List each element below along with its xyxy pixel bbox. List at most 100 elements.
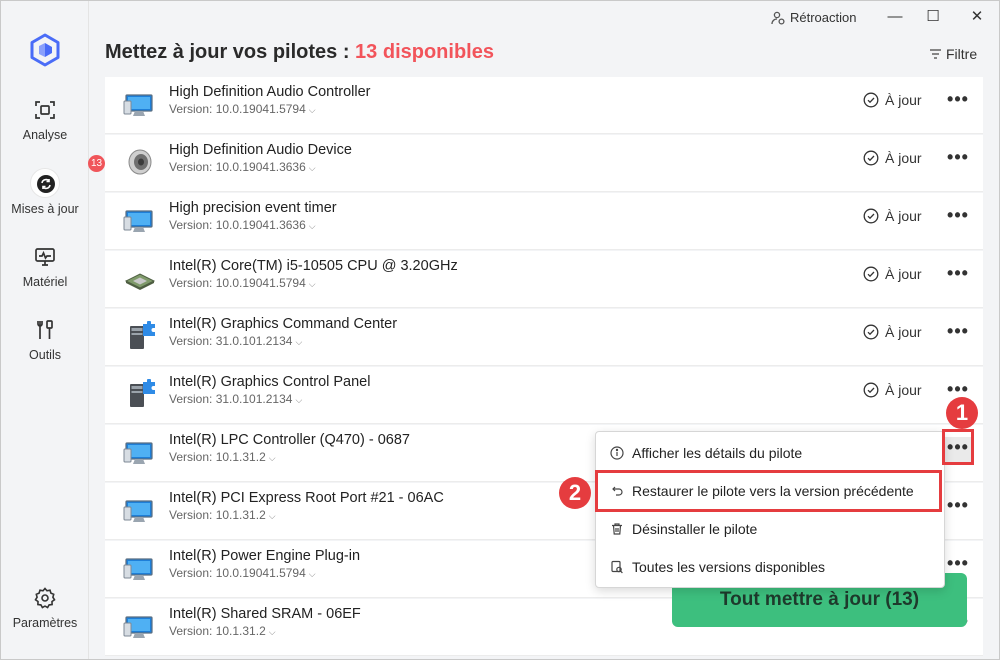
monitor-icon (123, 495, 157, 525)
page-title: Mettez à jour vos pilotes : 13 disponibl… (105, 41, 494, 63)
chevron-down-icon: ⌵ (295, 395, 303, 405)
driver-version: Version: 10.0.19041.3636 (169, 160, 306, 174)
sidebar-item-label: Analyse (22, 128, 68, 142)
sidebar-item-updates[interactable]: 13 Mises à jour (1, 155, 105, 216)
driver-version: Version: 10.1.31.2 (169, 508, 266, 522)
driver-row[interactable]: Intel(R) Graphics Control Panel Version: … (105, 367, 983, 424)
driver-row[interactable]: Intel(R) Core(TM) i5-10505 CPU @ 3.20GHz… (105, 251, 983, 308)
more-options-button[interactable]: ••• (943, 89, 973, 115)
driver-name: High precision event timer (169, 200, 337, 216)
check-circle-icon (863, 150, 879, 166)
driver-row[interactable]: High precision event timer Version: 10.0.… (105, 193, 983, 250)
menu-item-uninstall[interactable]: Désinstaller le pilote (596, 511, 944, 547)
feedback-button[interactable]: Rétroaction (771, 10, 856, 25)
status-badge: À jour (863, 92, 922, 108)
status-text: À jour (885, 208, 922, 224)
driver-row[interactable]: High Definition Audio Controller Version:… (105, 77, 983, 134)
driver-name: Intel(R) Graphics Control Panel (169, 374, 371, 390)
more-options-button[interactable]: ••• (943, 263, 973, 289)
driver-name: Intel(R) Graphics Command Center (169, 316, 398, 332)
speaker-icon (123, 147, 157, 177)
minimize-button[interactable]: — (885, 7, 905, 27)
sidebar-item-label: Matériel (22, 275, 68, 289)
chevron-down-icon: ⌵ (295, 337, 303, 347)
driver-version-dropdown[interactable]: Version: 10.0.19041.3636 ⌵ (169, 218, 316, 232)
menu-item-all-versions[interactable]: Toutes les versions disponibles (596, 549, 944, 585)
driver-row[interactable]: High Definition Audio Device Version: 10.… (105, 135, 983, 192)
chevron-down-icon: ⌵ (308, 221, 316, 231)
menu-item-details[interactable]: Afficher les détails du pilote (596, 435, 944, 471)
user-feedback-icon (771, 11, 785, 25)
sidebar-item-label: Paramètres (12, 616, 78, 630)
driver-name: Intel(R) LPC Controller (Q470) - 0687 (169, 432, 410, 448)
driver-row[interactable]: Intel(R) Graphics Command Center Version:… (105, 309, 983, 366)
monitor-icon (35, 248, 55, 266)
server-puzzle-icon (123, 378, 157, 409)
chevron-down-icon: ⌵ (308, 569, 316, 579)
chevron-down-icon: ⌵ (268, 453, 276, 463)
driver-version-dropdown[interactable]: Version: 10.0.19041.5794 ⌵ (169, 102, 316, 116)
driver-version: Version: 10.0.19041.5794 (169, 276, 306, 290)
trash-icon (612, 523, 622, 535)
check-circle-icon (863, 208, 879, 224)
filter-button[interactable]: Filtre (929, 46, 977, 62)
driver-version-dropdown[interactable]: Version: 10.0.19041.5794 ⌵ (169, 566, 316, 580)
maximize-button[interactable]: ☐ (923, 7, 943, 27)
status-text: À jour (885, 382, 922, 398)
highlight-more-button (942, 429, 974, 465)
filter-icon (930, 49, 941, 59)
sidebar-item-label: Outils (29, 348, 61, 362)
driver-version-dropdown[interactable]: Version: 31.0.101.2134 ⌵ (169, 392, 302, 406)
more-options-button[interactable]: ••• (943, 495, 973, 521)
monitor-icon (123, 205, 157, 235)
gear-icon (34, 587, 56, 609)
monitor-icon (123, 553, 157, 583)
sidebar-item-analyse[interactable]: Analyse (1, 98, 89, 142)
app-logo-icon (30, 33, 60, 67)
info-icon (610, 446, 624, 460)
driver-version-dropdown[interactable]: Version: 10.0.19041.3636 ⌵ (169, 160, 316, 174)
updates-button[interactable]: 13 (30, 155, 105, 198)
monitor-icon (123, 437, 157, 467)
driver-version: Version: 31.0.101.2134 (169, 334, 293, 348)
highlight-rollback-item (595, 470, 942, 512)
driver-version-dropdown[interactable]: Version: 10.0.19041.5794 ⌵ (169, 276, 316, 290)
more-options-button[interactable]: ••• (943, 147, 973, 173)
sidebar: Analyse 13 Mises à jour Matériel Outils … (1, 1, 105, 659)
chevron-down-icon: ⌵ (268, 511, 276, 521)
driver-version-dropdown[interactable]: Version: 10.1.31.2 ⌵ (169, 508, 276, 522)
driver-version: Version: 10.0.19041.5794 (169, 566, 306, 580)
driver-name: High Definition Audio Device (169, 142, 352, 158)
close-button[interactable]: ✕ (967, 7, 987, 27)
driver-name: Intel(R) Core(TM) i5-10505 CPU @ 3.20GHz (169, 258, 458, 274)
status-text: À jour (885, 150, 922, 166)
sidebar-item-settings[interactable]: Paramètres (1, 586, 89, 630)
more-options-button[interactable]: ••• (943, 205, 973, 231)
status-text: À jour (885, 324, 922, 340)
chevron-down-icon: ⌵ (308, 105, 316, 115)
status-text: À jour (885, 92, 922, 108)
status-text: À jour (885, 266, 922, 282)
sidebar-item-materiel[interactable]: Matériel (1, 245, 89, 289)
annotation-marker-1: 1 (946, 397, 978, 429)
check-circle-icon (863, 324, 879, 340)
available-count: 13 disponibles (355, 41, 494, 63)
refresh-icon (37, 175, 55, 193)
more-options-button[interactable]: ••• (943, 321, 973, 347)
driver-name: High Definition Audio Controller (169, 84, 371, 100)
driver-version: Version: 10.0.19041.3636 (169, 218, 306, 232)
check-circle-icon (863, 266, 879, 282)
driver-version: Version: 10.1.31.2 (169, 450, 266, 464)
driver-version-dropdown[interactable]: Version: 10.1.31.2 ⌵ (169, 624, 276, 638)
driver-version-dropdown[interactable]: Version: 10.1.31.2 ⌵ (169, 450, 276, 464)
monitor-icon (123, 89, 157, 119)
driver-version: Version: 10.1.31.2 (169, 624, 266, 638)
chevron-down-icon: ⌵ (308, 163, 316, 173)
driver-name: Intel(R) Power Engine Plug-in (169, 548, 361, 564)
status-badge: À jour (863, 324, 922, 340)
driver-version-dropdown[interactable]: Version: 31.0.101.2134 ⌵ (169, 334, 302, 348)
monitor-icon (123, 611, 157, 641)
sidebar-item-outils[interactable]: Outils (1, 318, 89, 362)
check-circle-icon (863, 92, 879, 108)
driver-version: Version: 31.0.101.2134 (169, 392, 293, 406)
